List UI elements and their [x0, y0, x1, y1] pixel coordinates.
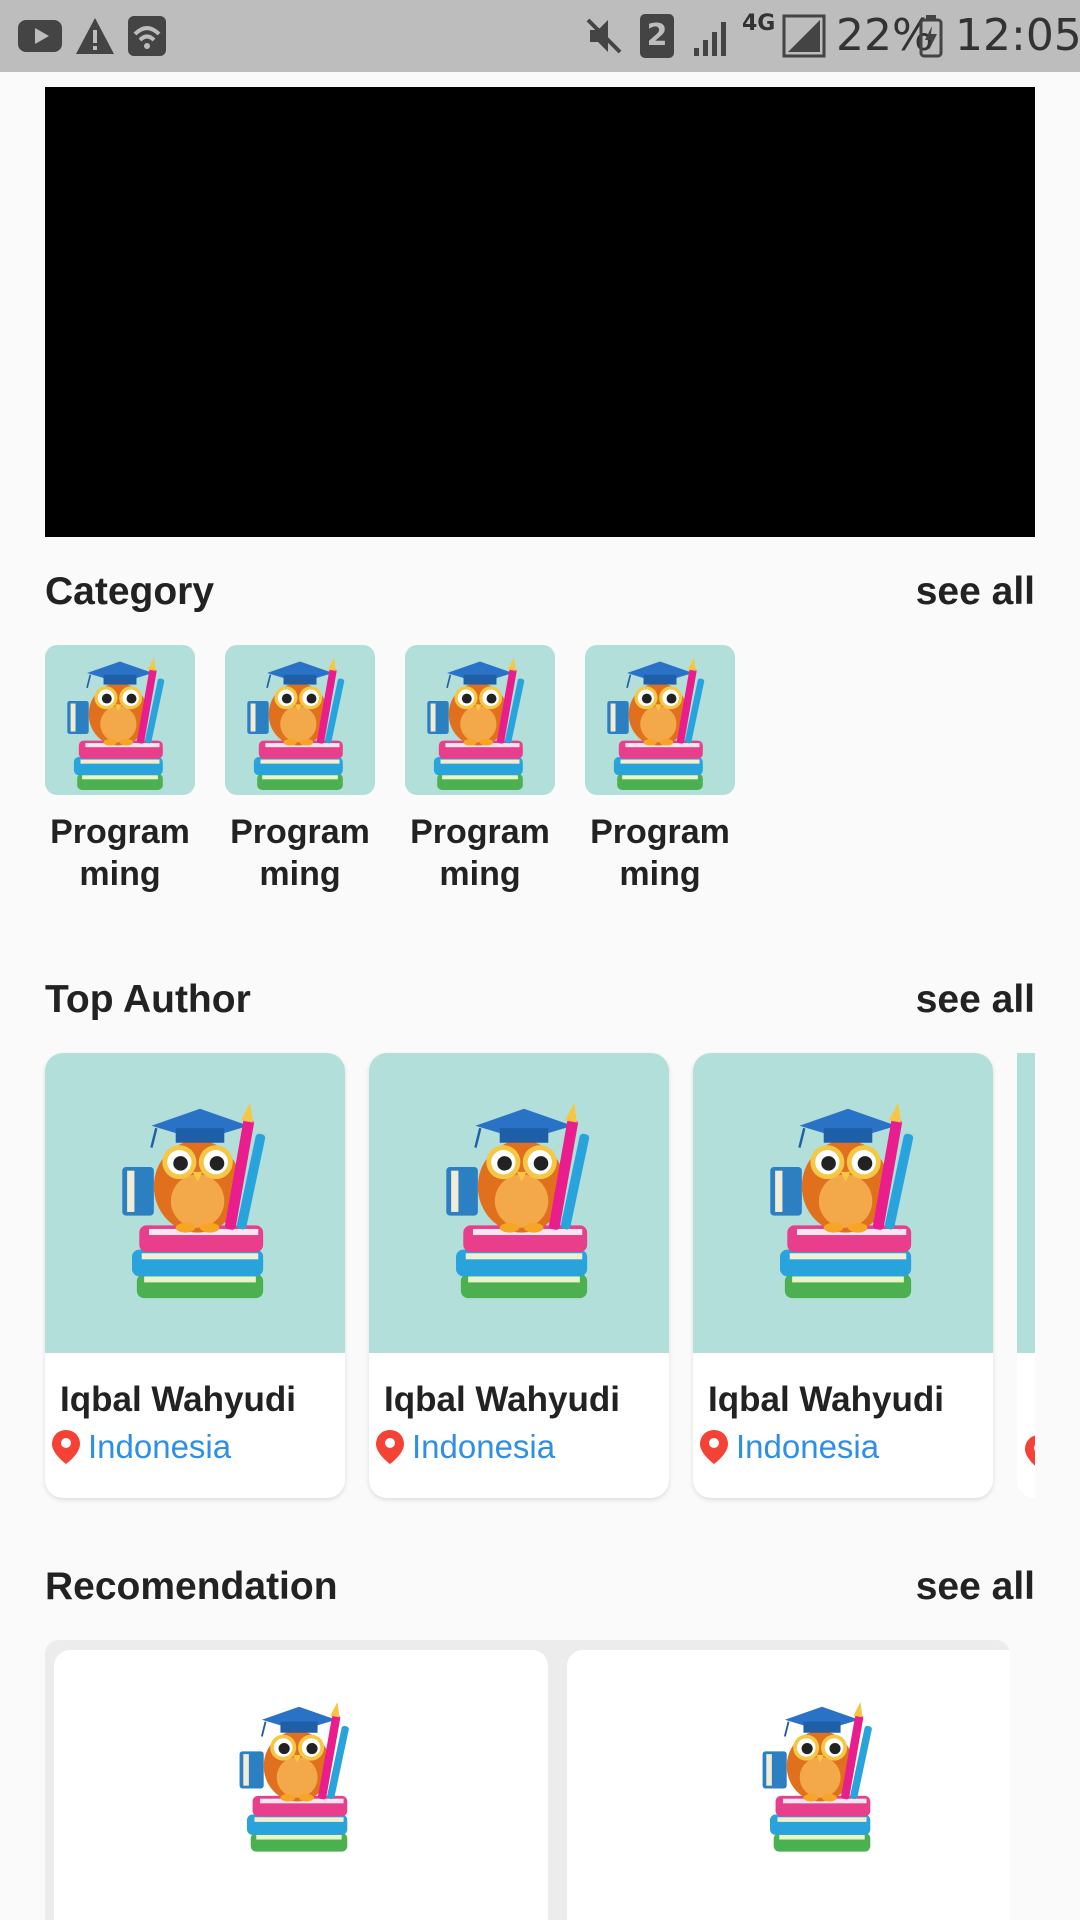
recommendation-list[interactable]: [45, 1640, 1010, 1920]
mute-icon: [586, 18, 622, 54]
author-name: Iqbal Wahyudi: [60, 1380, 296, 1419]
author-card[interactable]: Iqbal Wahyudi Indonesia: [45, 1053, 345, 1498]
location-pin-icon: [376, 1430, 404, 1464]
author-location: Indonesia: [374, 1425, 555, 1469]
clock: 12:05: [955, 10, 1080, 61]
author-location-text: Indonesia: [736, 1428, 880, 1465]
top-author-see-all-link[interactable]: see all: [916, 976, 1035, 1024]
author-location-text: Indonesia: [412, 1428, 556, 1465]
author-photo: [369, 1053, 669, 1353]
category-label: Program ming: [230, 813, 370, 893]
category-thumbnail: [45, 645, 195, 795]
category-item[interactable]: Program ming: [45, 645, 195, 895]
author-name: Iqbal Wahyudi: [384, 1380, 620, 1419]
status-bar: 2 4G 22% 12:05: [0, 0, 1080, 72]
category-thumbnail: [405, 645, 555, 795]
author-card-partial[interactable]: [1017, 1053, 1035, 1498]
category-see-all-link[interactable]: see all: [916, 568, 1035, 616]
battery-charging-icon: [919, 15, 943, 58]
location-pin-icon: [1025, 1435, 1035, 1469]
author-photo: [1017, 1053, 1035, 1353]
top-author-title: Top Author: [45, 978, 251, 1021]
category-item[interactable]: Program ming: [585, 645, 735, 895]
author-card[interactable]: Iqbal Wahyudi Indonesia: [693, 1053, 993, 1498]
youtube-icon: [18, 20, 62, 52]
category-item[interactable]: Program ming: [405, 645, 555, 895]
banner-slider[interactable]: [45, 87, 1035, 537]
sim-badge: 2: [640, 14, 674, 58]
category-item[interactable]: Program ming: [225, 645, 375, 895]
category-label: Program ming: [590, 813, 730, 893]
recommendation-card[interactable]: [567, 1650, 1010, 1920]
author-name: Iqbal Wahyudi: [708, 1380, 944, 1419]
category-title: Category: [45, 570, 215, 613]
category-thumbnail: [585, 645, 735, 795]
recommendation-title: Recomendation: [45, 1565, 338, 1608]
wifi-hotspot-icon: [128, 16, 166, 56]
category-label: Program ming: [410, 813, 550, 893]
recommendation-card[interactable]: [54, 1650, 548, 1920]
author-location: Indonesia: [698, 1425, 879, 1469]
author-location-text: Indonesia: [88, 1428, 232, 1465]
location-pin-icon: [52, 1430, 80, 1464]
category-label: Program ming: [50, 813, 190, 893]
author-photo: [693, 1053, 993, 1353]
warning-icon: [76, 18, 114, 54]
author-photo: [45, 1053, 345, 1353]
signal-icon: [694, 22, 726, 56]
location-pin-icon: [700, 1430, 728, 1464]
author-location: Indonesia: [50, 1425, 231, 1469]
author-card[interactable]: Iqbal Wahyudi Indonesia: [369, 1053, 669, 1498]
signal-full-icon: [782, 14, 826, 58]
network-type-label: 4G: [742, 11, 776, 36]
recommendation-see-all-link[interactable]: see all: [916, 1563, 1035, 1611]
category-thumbnail: [225, 645, 375, 795]
